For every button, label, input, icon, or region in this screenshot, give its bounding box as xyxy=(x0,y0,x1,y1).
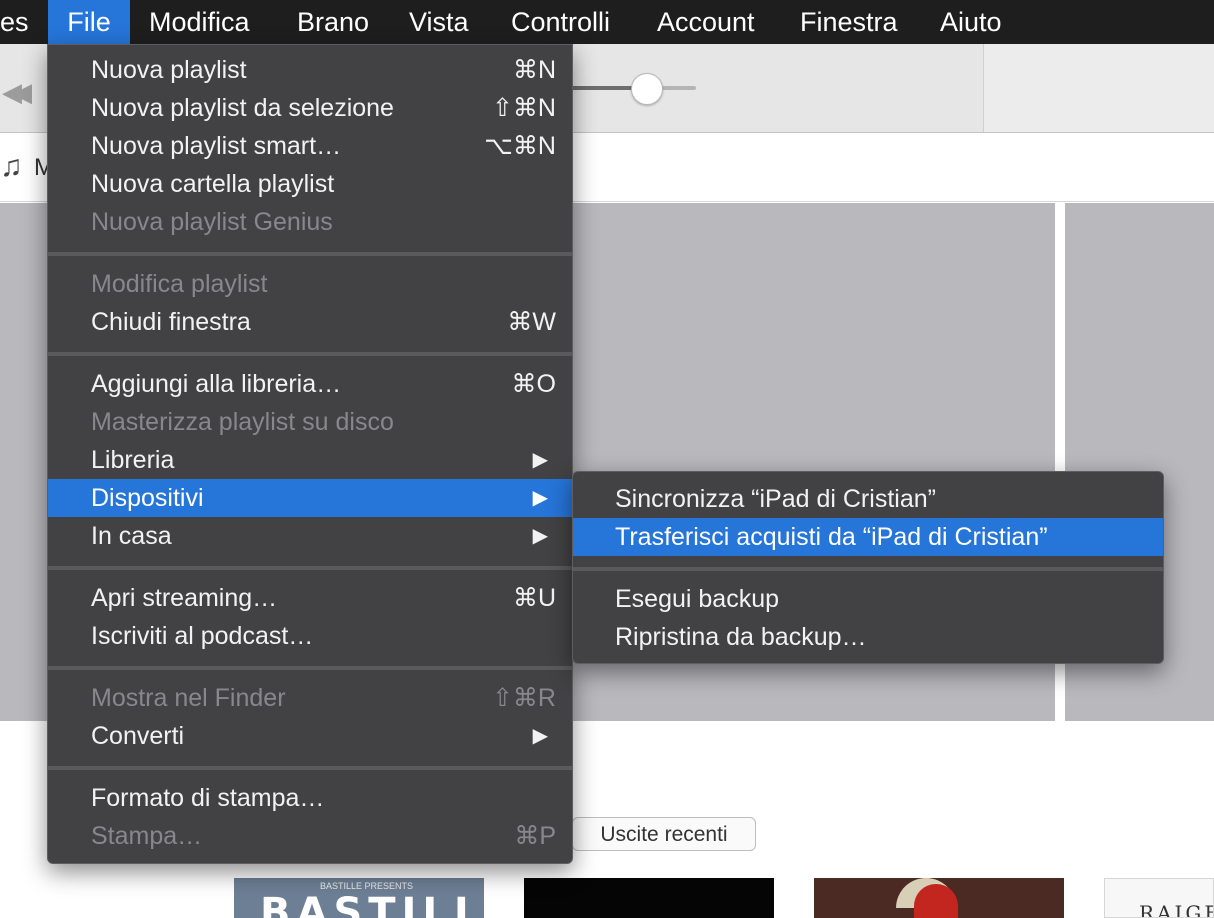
music-note-icon[interactable]: ♫ xyxy=(0,150,23,184)
submenu-arrow-icon: ▶ xyxy=(532,725,548,747)
menu-item-home-sharing[interactable]: In casa ▶ xyxy=(48,517,572,555)
shortcut-label: ⇧⌘R xyxy=(491,684,556,712)
album-cover-2[interactable] xyxy=(524,878,774,918)
file-menu: Nuova playlist ⌘N Nuova playlist da selez… xyxy=(47,44,573,864)
menu-separator xyxy=(48,252,572,256)
album-title: RAIGE xyxy=(1139,901,1214,918)
menu-bar: es File Modifica Brano Vista Controlli A… xyxy=(0,0,1214,44)
submenu-arrow-icon: ▶ xyxy=(532,487,548,509)
album-title: BASTILLE xyxy=(260,890,484,918)
menu-item-show-in-finder: Mostra nel Finder ⇧⌘R xyxy=(48,679,572,717)
menu-item-new-playlist-from-selection[interactable]: Nuova playlist da selezione ⇧⌘N xyxy=(48,89,572,127)
menu-item-new-playlist-folder[interactable]: Nuova cartella playlist xyxy=(48,165,572,203)
submenu-item-sync-ipad[interactable]: Sincronizza “iPad di Cristian” xyxy=(573,480,1163,518)
shortcut-label: ⌘N xyxy=(512,56,556,84)
menu-item-devices[interactable]: Dispositivi ▶ xyxy=(48,479,572,517)
recent-releases-button[interactable]: Uscite recenti xyxy=(572,817,756,851)
menu-item-subscribe-podcast[interactable]: Iscriviti al podcast… xyxy=(48,617,572,655)
menu-separator xyxy=(573,567,1163,571)
menu-separator xyxy=(48,766,572,770)
menu-item-print: Stampa… ⌘P xyxy=(48,817,572,855)
menu-item-edit-playlist: Modifica playlist xyxy=(91,270,268,298)
shortcut-label: ⌘P xyxy=(514,822,556,850)
submenu-arrow-icon: ▶ xyxy=(532,525,548,547)
rewind-icon[interactable]: ◀◀ xyxy=(2,77,32,108)
shortcut-label: ⌘O xyxy=(511,370,556,398)
menu-item-close-window[interactable]: Chiudi finestra ⌘W xyxy=(48,303,572,341)
album-art-figure xyxy=(914,884,958,918)
menubar-item-brano[interactable]: Brano xyxy=(297,0,369,44)
menu-item-add-to-library[interactable]: Aggiungi alla libreria… ⌘O xyxy=(48,365,572,403)
menu-item-page-setup[interactable]: Formato di stampa… xyxy=(48,779,572,817)
shortcut-label: ⌥⌘N xyxy=(484,132,556,160)
shortcut-label: ⇧⌘N xyxy=(491,94,556,122)
menubar-item-modifica[interactable]: Modifica xyxy=(149,0,250,44)
menubar-item-finestra[interactable]: Finestra xyxy=(800,0,898,44)
submenu-item-backup[interactable]: Esegui backup xyxy=(573,580,1163,618)
devices-submenu: Sincronizza “iPad di Cristian” Trasferis… xyxy=(572,471,1164,664)
menu-item-new-playlist[interactable]: Nuova playlist ⌘N xyxy=(48,51,572,89)
menu-item-convert[interactable]: Converti ▶ xyxy=(48,717,572,755)
menubar-item-file[interactable]: File xyxy=(48,0,130,44)
menubar-item-aiuto[interactable]: Aiuto xyxy=(940,0,1002,44)
submenu-item-transfer-purchases[interactable]: Trasferisci acquisti da “iPad di Cristia… xyxy=(573,518,1163,556)
menu-item-burn-playlist: Masterizza playlist su disco xyxy=(91,408,394,436)
submenu-item-restore-backup[interactable]: Ripristina da backup… xyxy=(573,618,1163,656)
menu-item-new-smart-playlist[interactable]: Nuova playlist smart… ⌥⌘N xyxy=(48,127,572,165)
album-cover-bastille[interactable]: BASTILLE PRESENTS BASTILLE xyxy=(234,878,484,918)
menu-item-library[interactable]: Libreria ▶ xyxy=(48,441,572,479)
menu-separator xyxy=(48,352,572,356)
shortcut-label: ⌘W xyxy=(507,308,556,336)
menubar-item-vista[interactable]: Vista xyxy=(409,0,469,44)
menubar-item-controlli[interactable]: Controlli xyxy=(511,0,610,44)
menu-item-open-stream[interactable]: Apri streaming… ⌘U xyxy=(48,579,572,617)
menu-separator xyxy=(48,666,572,670)
shortcut-label: ⌘U xyxy=(512,584,556,612)
toolbar-right-pane xyxy=(984,44,1214,132)
menubar-item-account[interactable]: Account xyxy=(657,0,755,44)
menu-item-new-genius-playlist: Nuova playlist Genius xyxy=(91,208,333,236)
volume-slider-knob[interactable] xyxy=(631,73,663,105)
menu-separator xyxy=(48,566,572,570)
album-cover-raige[interactable]: RAIGE xyxy=(1104,878,1214,918)
submenu-arrow-icon: ▶ xyxy=(532,449,548,471)
menubar-item-app[interactable]: es xyxy=(0,0,29,44)
album-cover-3[interactable] xyxy=(814,878,1064,918)
